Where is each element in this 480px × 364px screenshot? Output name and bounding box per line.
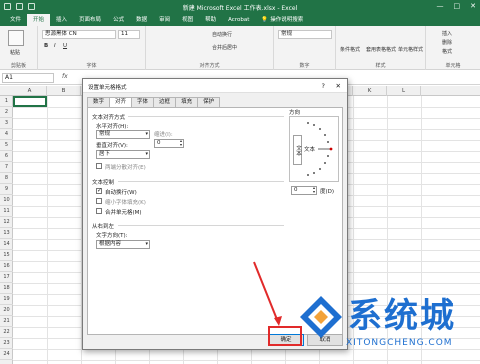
watermark-brand: 系统城 [348, 296, 456, 336]
watermark: 系统城 XITONGCHENG.COM [298, 286, 478, 360]
watermark-logo-icon [300, 296, 342, 338]
watermark-url: XITONGCHENG.COM [346, 338, 453, 348]
